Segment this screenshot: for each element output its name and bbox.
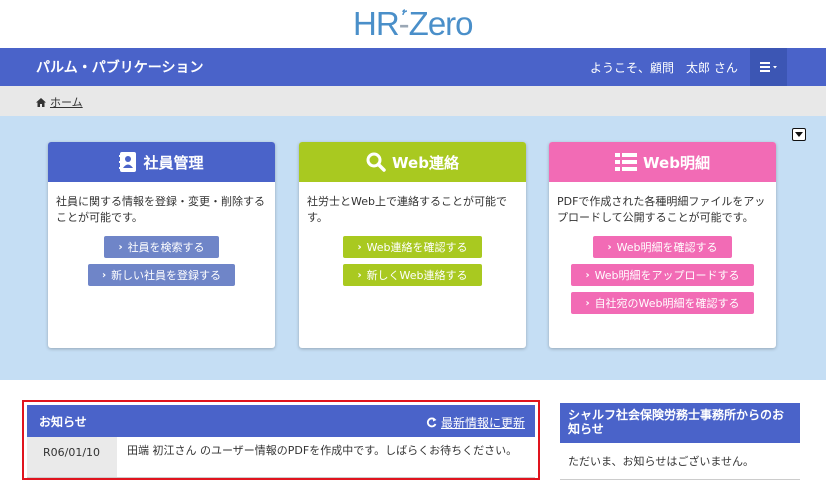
office-notice-title: シャルフ社会保険労務士事務所からのお知らせ: [560, 403, 800, 443]
button-label: Web連絡を確認する: [366, 241, 468, 254]
card-description: 社労士とWeb上で連絡することが可能です。: [307, 195, 507, 224]
chevron-right-icon: ›: [357, 269, 362, 281]
upload-web-statement-button[interactable]: › Web明細をアップロードする: [571, 264, 754, 286]
office-notice-body: ただいま、お知らせはございません。: [560, 443, 800, 480]
card-buttons: › 社員を検索する › 新しい社員を登録する: [48, 236, 275, 286]
hamburger-icon: [759, 62, 777, 72]
refresh-link[interactable]: 最新情報に更新: [426, 414, 525, 431]
chevron-right-icon: ›: [118, 241, 123, 253]
new-web-contact-button[interactable]: › 新しくWeb連絡する: [343, 264, 482, 286]
notice-header: お知らせ 最新情報に更新: [27, 405, 535, 437]
top-navbar: パルム・パブリケーション ようこそ、顧問 太郎 さん: [0, 48, 826, 86]
signal-wave-icon: [402, 9, 408, 16]
list-icon: [615, 153, 638, 171]
breadcrumb: ホーム: [36, 94, 83, 110]
collapse-toggle-button[interactable]: [792, 128, 806, 141]
welcome-user: ようこそ、顧問 太郎 さん: [590, 61, 738, 75]
card-title: Web明細: [643, 153, 710, 172]
notice-message: 田端 初江さん のユーザー情報のPDFを作成中です。しばらくお待ちください。: [127, 444, 518, 457]
button-label: Web明細をアップロードする: [594, 269, 740, 282]
chevron-right-icon: ›: [101, 269, 107, 281]
check-web-statement-button[interactable]: › Web明細を確認する: [593, 236, 732, 258]
notice-row: R06/01/10 田端 初江さん のユーザー情報のPDFを作成中です。しばらく…: [27, 437, 535, 478]
dashboard-hero: 社員管理 社員に関する情報を登録・変更・削除することが可能です。 › 社員を検索す…: [0, 116, 826, 380]
card-web-statement: Web明細 PDFで作成された各種明細ファイルをアップロードして公開することが可…: [549, 142, 776, 348]
card-description: 社員に関する情報を登録・変更・削除することが可能です。: [56, 195, 265, 224]
office-notice-panel: シャルフ社会保険労務士事務所からのお知らせ ただいま、お知らせはございません。: [560, 403, 800, 480]
hr-zero-logo: HR-Zero: [353, 5, 474, 43]
chevron-right-icon: ›: [585, 297, 590, 309]
card-title: 社員管理: [143, 153, 204, 172]
card-header[interactable]: Web連絡: [299, 142, 526, 182]
button-label: 新しい社員を登録する: [111, 269, 222, 282]
card-header[interactable]: 社員管理: [48, 142, 275, 182]
logo-zero: Zero: [408, 5, 474, 42]
notice-title: お知らせ: [39, 415, 87, 429]
check-own-web-statement-button[interactable]: › 自社宛のWeb明細を確認する: [571, 292, 754, 314]
card-header[interactable]: Web明細: [549, 142, 776, 182]
breadcrumb-home-link[interactable]: ホーム: [50, 94, 83, 110]
card-buttons: › Web明細を確認する › Web明細をアップロードする › 自社宛のWeb明細を確…: [549, 236, 776, 314]
chevron-right-icon: ›: [607, 241, 612, 253]
app-title[interactable]: パルム・パブリケーション: [36, 57, 203, 77]
notice-date: R06/01/10: [27, 437, 117, 477]
chevron-right-icon: ›: [357, 241, 362, 253]
card-title: Web連絡: [392, 153, 459, 172]
breadcrumb-bar: ホーム: [0, 86, 826, 116]
card-buttons: › Web連絡を確認する › 新しくWeb連絡する: [299, 236, 526, 286]
search-icon: [366, 152, 386, 172]
notice-panel: お知らせ 最新情報に更新 R06/01/10 田端 初江さん のユーザー情報のP…: [22, 400, 540, 480]
chevron-right-icon: ›: [585, 269, 590, 281]
card-employee-management: 社員管理 社員に関する情報を登録・変更・削除することが可能です。 › 社員を検索す…: [48, 142, 275, 348]
search-employee-button[interactable]: › 社員を検索する: [104, 236, 219, 258]
refresh-label: 最新情報に更新: [440, 416, 525, 430]
address-book-icon: [119, 152, 137, 172]
caret-down-icon: [795, 132, 803, 137]
button-label: 社員を検索する: [127, 241, 205, 254]
logo-bar: HR-Zero: [0, 0, 826, 48]
refresh-icon: [426, 417, 437, 428]
menu-dropdown-button[interactable]: [750, 48, 787, 86]
logo-hr: HR: [353, 5, 400, 42]
card-description: PDFで作成された各種明細ファイルをアップロードして公開することが可能です。: [557, 195, 766, 224]
check-web-contact-button[interactable]: › Web連絡を確認する: [343, 236, 482, 258]
register-employee-button[interactable]: › 新しい社員を登録する: [87, 264, 236, 286]
card-web-contact: Web連絡 社労士とWeb上で連絡することが可能です。 › Web連絡を確認する …: [299, 142, 526, 348]
home-icon: [36, 97, 46, 107]
button-label: 新しくWeb連絡する: [366, 269, 468, 282]
button-label: 自社宛のWeb明細を確認する: [594, 297, 740, 310]
button-label: Web明細を確認する: [616, 241, 718, 254]
